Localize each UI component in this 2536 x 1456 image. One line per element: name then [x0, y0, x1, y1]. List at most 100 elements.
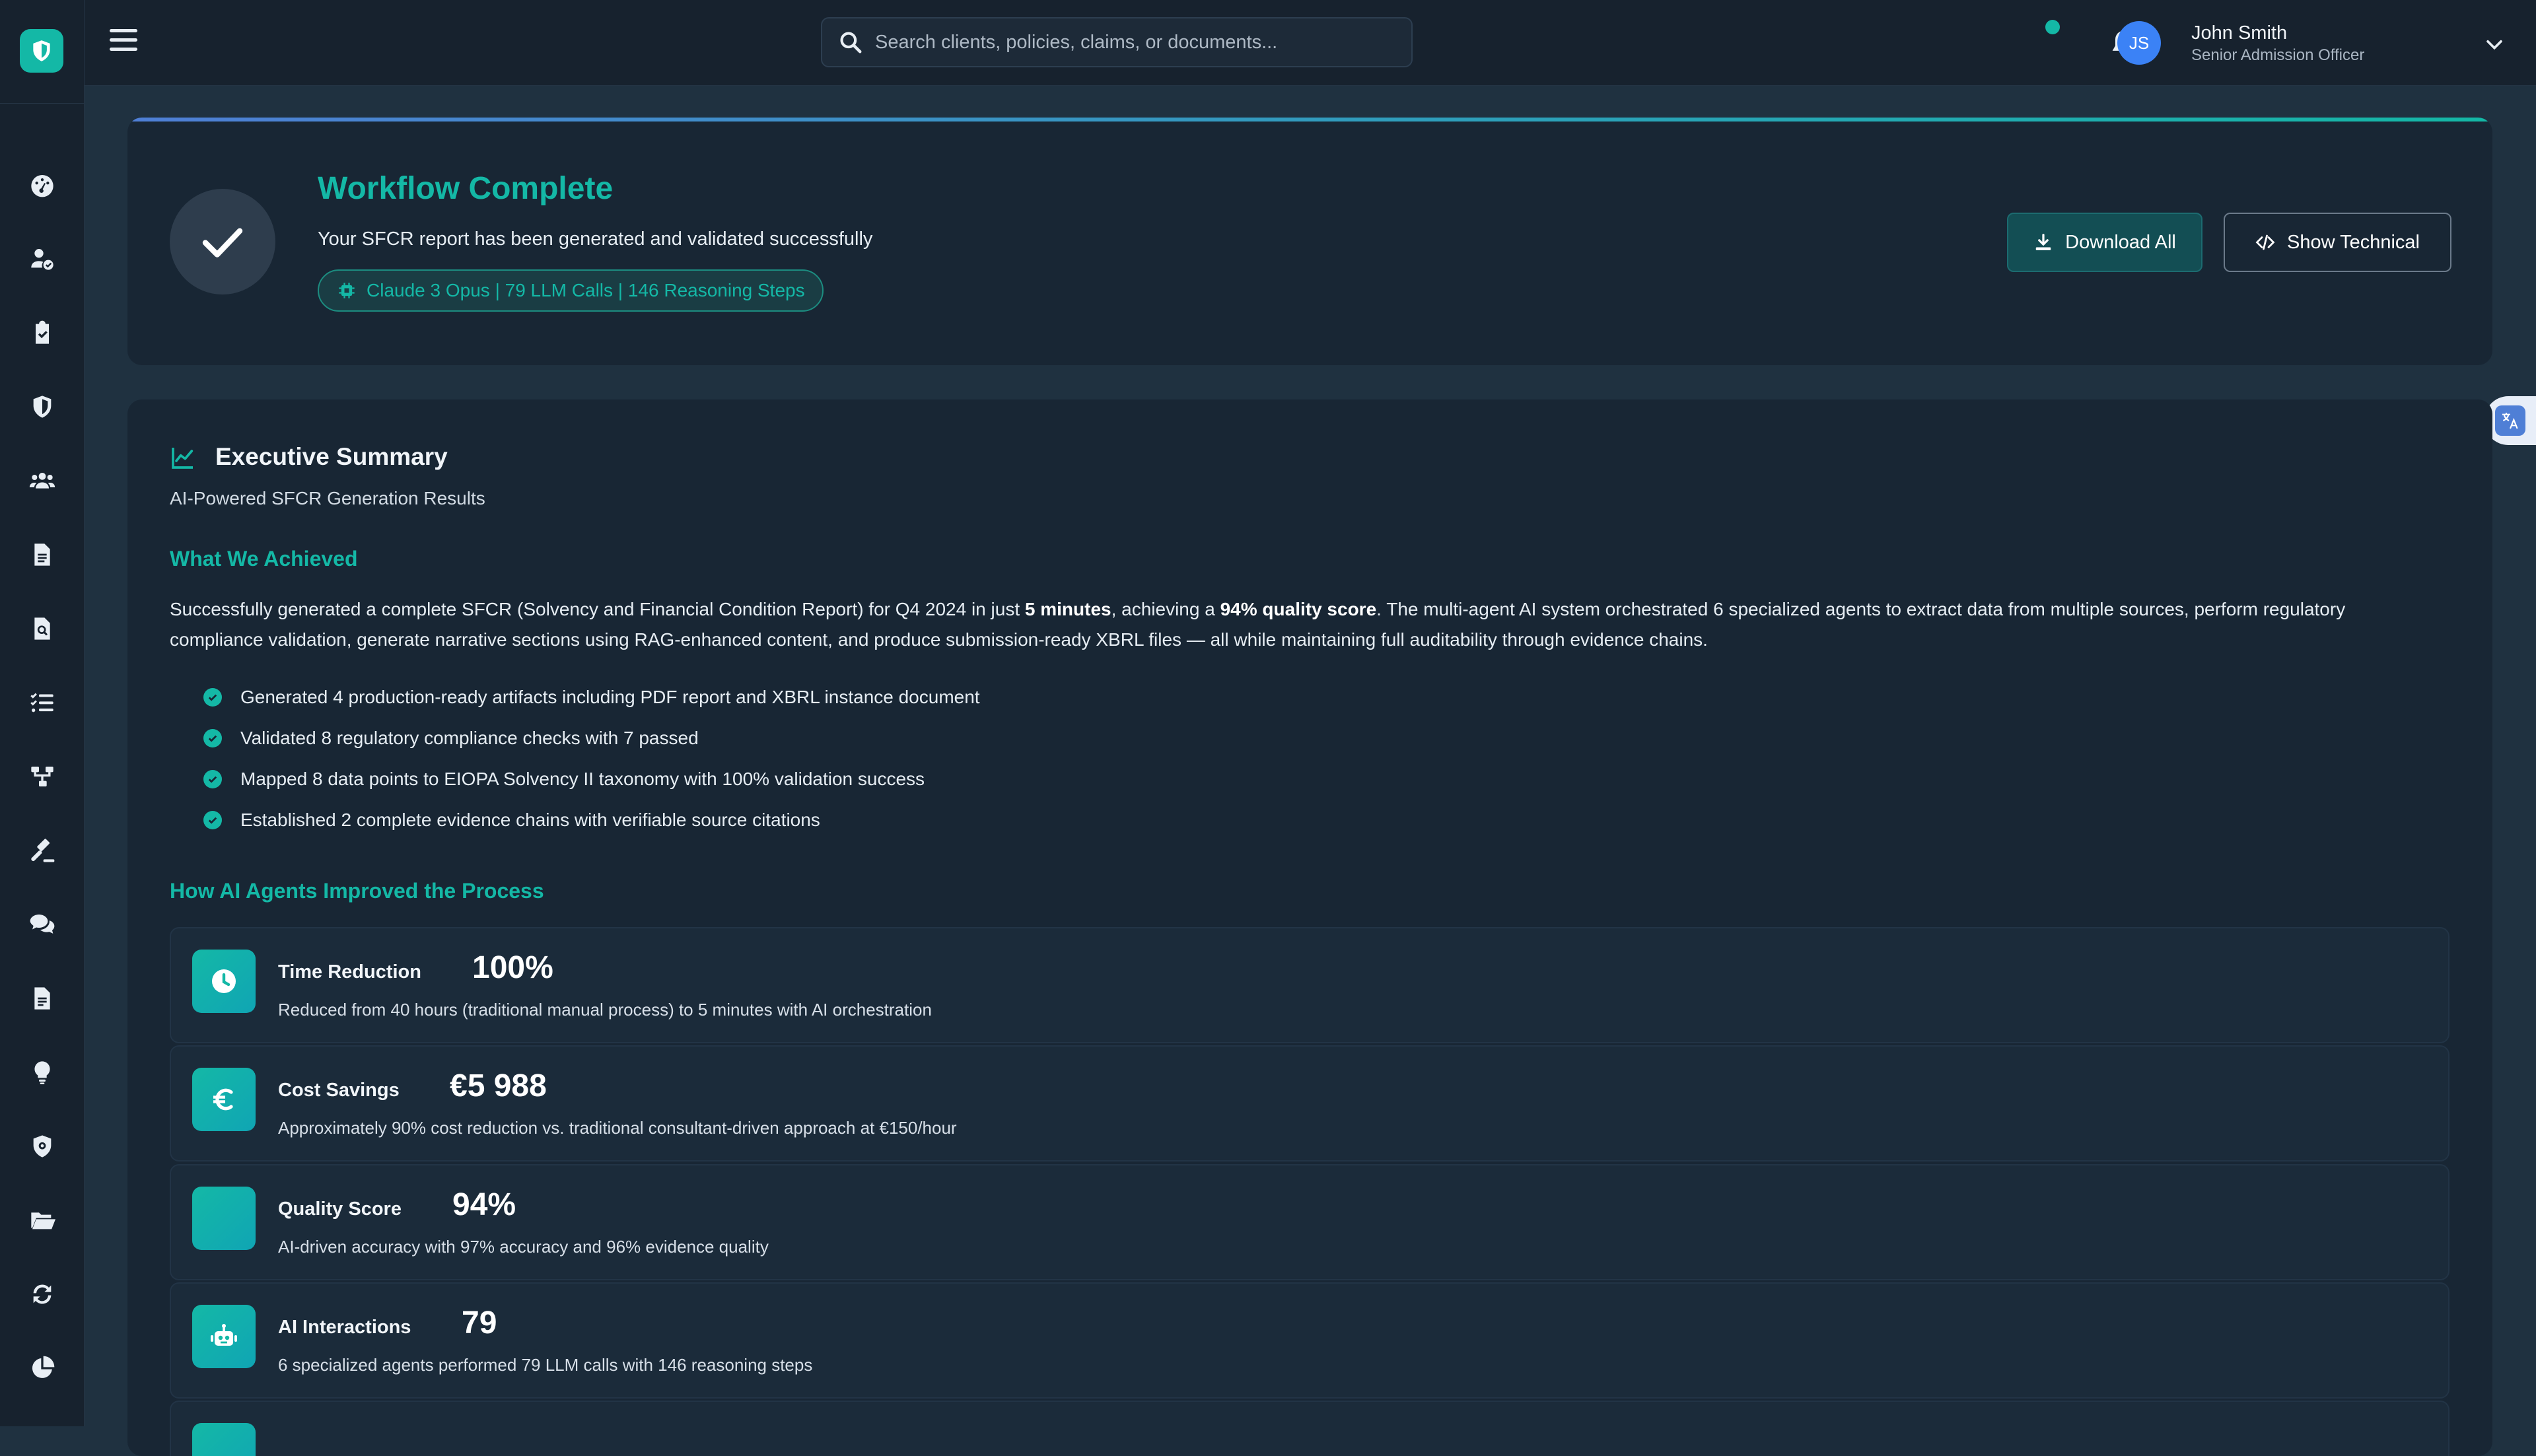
workflow-title: Workflow Complete	[318, 171, 614, 206]
euro-icon	[192, 1068, 256, 1131]
metric-value: 100%	[472, 950, 553, 985]
sidebar-nav	[0, 148, 85, 1405]
file-search-icon	[34, 617, 50, 640]
hamburger-icon	[110, 29, 137, 32]
executive-summary-card: Executive Summary AI-Powered SFCR Genera…	[127, 399, 2492, 1456]
shield-gear-icon	[33, 1135, 52, 1158]
sidebar-item-messages[interactable]	[0, 887, 85, 961]
metric-value: 94%	[452, 1187, 516, 1222]
sidebar-item-dashboard[interactable]	[0, 148, 85, 222]
metric-card-time-reduction: Time Reduction 100% Reduced from 40 hour…	[170, 927, 2449, 1043]
comments-icon	[30, 915, 55, 934]
summary-title: Executive Summary	[215, 443, 448, 470]
summary-subtitle: AI-Powered SFCR Generation Results	[170, 488, 485, 508]
download-all-button[interactable]: Download All	[2007, 213, 2202, 272]
chart-line-icon	[172, 448, 194, 469]
list-check-icon	[30, 693, 53, 712]
metric-value: €5 988	[450, 1068, 547, 1103]
top-bar: JS John Smith Senior Admission Officer	[85, 0, 2536, 86]
achievement-list: Generated 4 production-ready artifacts i…	[203, 677, 980, 841]
sidebar-item-checklist[interactable]	[0, 666, 85, 740]
sidebar-item-regulatory[interactable]	[0, 814, 85, 887]
sidebar-item-files[interactable]	[0, 1183, 85, 1257]
metric-card-quality-score: Quality Score 94% AI-driven accuracy wit…	[170, 1164, 2449, 1280]
sync-icon	[33, 1284, 52, 1304]
sidebar-item-policies[interactable]	[0, 370, 85, 444]
sidebar-item-tasks[interactable]	[0, 296, 85, 370]
model-stats-text: Claude 3 Opus | 79 LLM Calls | 146 Reaso…	[367, 280, 805, 300]
file-icon	[34, 543, 50, 566]
check-circle-icon	[203, 770, 222, 788]
dashboard-icon	[31, 175, 53, 197]
metric-description: Approximately 90% cost reduction vs. tra…	[278, 1118, 957, 1138]
sidebar-divider	[0, 103, 85, 104]
translate-icon	[2495, 405, 2525, 436]
metric-card-cost-savings: Cost Savings €5 988 Approximately 90% co…	[170, 1045, 2449, 1161]
improved-heading: How AI Agents Improved the Process	[170, 879, 544, 903]
menu-toggle-button[interactable]	[110, 29, 137, 57]
chevron-down-icon[interactable]	[2483, 33, 2506, 55]
model-stats-badge: Claude 3 Opus | 79 LLM Calls | 146 Reaso…	[318, 269, 824, 312]
metric-label: AI Interactions	[278, 1317, 411, 1338]
gavel-icon	[31, 839, 55, 862]
metric-label: Cost Savings	[278, 1080, 400, 1101]
user-role: Senior Admission Officer	[2191, 46, 2365, 64]
chart-pie-icon	[32, 1356, 55, 1378]
sidebar-item-claims[interactable]	[0, 592, 85, 666]
show-technical-label: Show Technical	[2287, 231, 2420, 253]
check-circle-icon	[203, 811, 222, 829]
sidebar-item-analytics[interactable]	[0, 1331, 85, 1405]
list-item: Validated 8 regulatory compliance checks…	[203, 718, 980, 759]
metric-icon	[192, 1423, 256, 1456]
download-icon	[2035, 234, 2051, 250]
global-search[interactable]	[821, 17, 1413, 67]
sidebar-item-sync[interactable]	[0, 1257, 85, 1331]
code-icon	[2255, 234, 2275, 250]
metric-description: Reduced from 40 hours (traditional manua…	[278, 1000, 932, 1020]
success-check-badge	[170, 189, 275, 295]
workflow-subtitle: Your SFCR report has been generated and …	[318, 228, 873, 250]
sidebar-item-security[interactable]	[0, 1109, 85, 1183]
check-circle-icon	[203, 688, 222, 707]
user-avatar[interactable]: JS	[2117, 21, 2161, 65]
folder-open-icon	[31, 1212, 55, 1230]
notification-badge	[2045, 20, 2060, 34]
lightbulb-icon	[34, 1061, 50, 1084]
shield-logo-icon	[33, 40, 50, 61]
sidebar-item-workflows[interactable]	[0, 740, 85, 814]
sidebar-item-reports[interactable]	[0, 961, 85, 1035]
cpu-icon	[339, 283, 355, 298]
sidebar-item-documents[interactable]	[0, 518, 85, 592]
shield-icon	[33, 396, 52, 418]
list-item: Generated 4 production-ready artifacts i…	[203, 677, 980, 718]
file-lines-icon	[34, 987, 50, 1010]
sidebar-item-clients[interactable]	[0, 444, 85, 518]
card-accent-bar	[127, 118, 2492, 121]
metric-card-ai-interactions: AI Interactions 79 6 specialized agents …	[170, 1282, 2449, 1399]
sidebar-item-insights[interactable]	[0, 1035, 85, 1109]
clipboard-check-icon	[36, 320, 49, 344]
metric-label: Quality Score	[278, 1198, 402, 1220]
check-circle-icon	[203, 729, 222, 747]
clock-icon	[192, 950, 256, 1013]
metric-label: Time Reduction	[278, 961, 421, 983]
achievement-paragraph: Successfully generated a complete SFCR (…	[170, 599, 2346, 650]
user-name: John Smith	[2191, 22, 2288, 44]
show-technical-button[interactable]: Show Technical	[2224, 213, 2451, 272]
search-input[interactable]	[875, 31, 1390, 53]
search-icon	[840, 32, 862, 53]
sitemap-icon	[31, 767, 53, 786]
checkmark-icon	[202, 228, 243, 258]
quality-icon	[192, 1187, 256, 1250]
list-item: Established 2 complete evidence chains w…	[203, 800, 980, 841]
sidebar	[0, 0, 85, 1426]
user-check-icon	[31, 249, 53, 270]
robot-icon	[192, 1305, 256, 1368]
metric-card-next	[170, 1401, 2449, 1456]
achieved-heading: What We Achieved	[170, 547, 358, 571]
metric-value: 79	[462, 1305, 497, 1340]
sidebar-item-users-check[interactable]	[0, 222, 85, 296]
download-all-label: Download All	[2065, 231, 2176, 253]
list-item: Mapped 8 data points to EIOPA Solvency I…	[203, 759, 980, 800]
app-logo[interactable]	[20, 29, 63, 73]
